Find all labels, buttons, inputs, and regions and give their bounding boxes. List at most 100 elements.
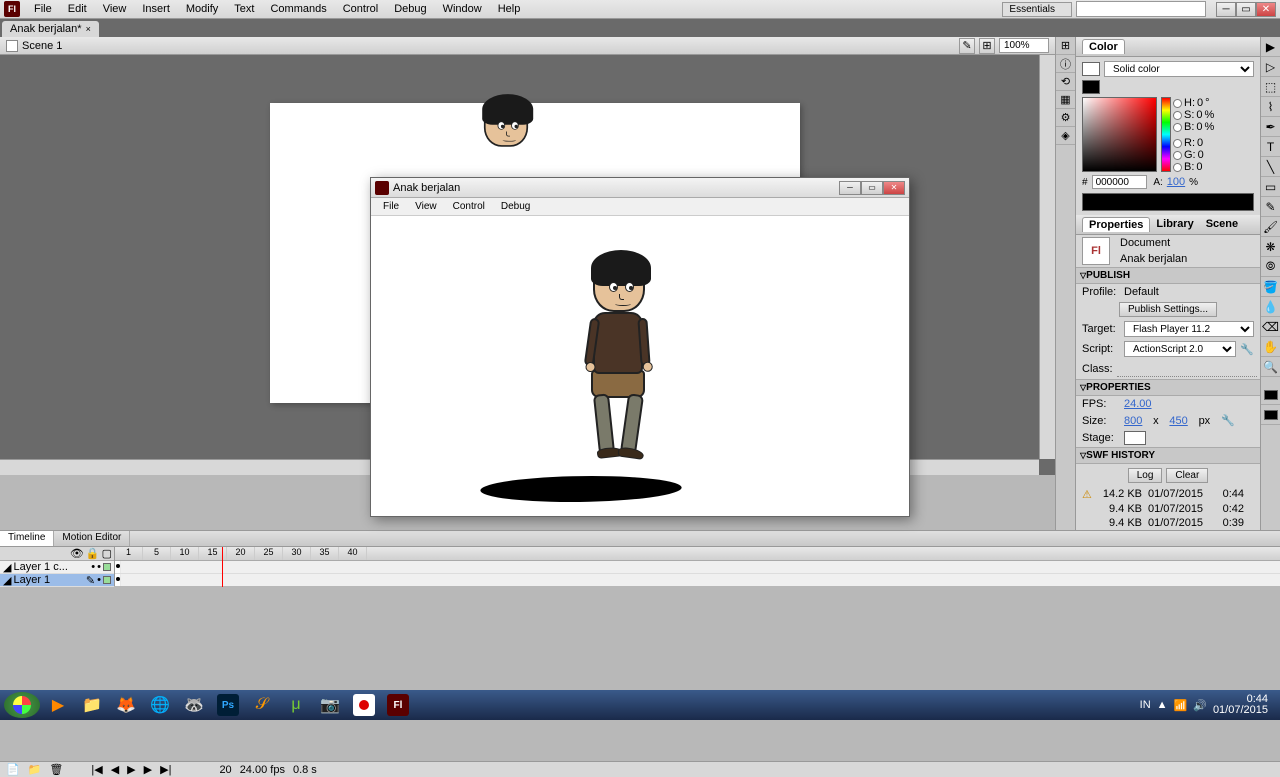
- align-panel-icon[interactable]: ⊞: [1056, 37, 1075, 55]
- preview-maximize-button[interactable]: ▭: [861, 181, 883, 195]
- first-frame-icon[interactable]: |◀: [91, 763, 102, 776]
- tab-scene[interactable]: Scene: [1200, 217, 1244, 232]
- camera-icon[interactable]: 📷: [314, 692, 346, 718]
- edit-symbols-icon[interactable]: ⊞: [979, 38, 995, 54]
- selection-tool-icon[interactable]: ▶: [1261, 37, 1280, 57]
- playhead[interactable]: [222, 547, 223, 587]
- utorrent-icon[interactable]: μ: [280, 692, 312, 718]
- preview-close-button[interactable]: ✕: [883, 181, 905, 195]
- alpha-value[interactable]: 100: [1167, 176, 1185, 188]
- maximize-button[interactable]: ▭: [1236, 2, 1256, 17]
- new-folder-icon[interactable]: 📁: [28, 763, 42, 776]
- start-button[interactable]: [4, 692, 40, 718]
- motion-presets-icon[interactable]: ◈: [1056, 127, 1075, 145]
- log-button[interactable]: Log: [1128, 468, 1163, 483]
- hue-radio[interactable]: [1173, 99, 1182, 108]
- search-input[interactable]: [1076, 1, 1206, 17]
- new-layer-icon[interactable]: 📄: [6, 763, 20, 776]
- deco-tool-icon[interactable]: ❋: [1261, 237, 1280, 257]
- preview-menu-control[interactable]: Control: [445, 199, 493, 214]
- menu-window[interactable]: Window: [435, 1, 490, 17]
- recorder-icon[interactable]: [348, 692, 380, 718]
- layer-row[interactable]: ◢Layer 1✎•: [0, 574, 114, 587]
- menu-control[interactable]: Control: [335, 1, 386, 17]
- tab-motion-editor[interactable]: Motion Editor: [54, 531, 130, 546]
- delete-layer-icon[interactable]: 🗑: [49, 763, 63, 776]
- subselection-tool-icon[interactable]: ▷: [1261, 57, 1280, 77]
- media-player-icon[interactable]: ▶: [42, 692, 74, 718]
- hand-tool-icon[interactable]: ✋: [1261, 337, 1280, 357]
- menu-view[interactable]: View: [95, 1, 135, 17]
- info-panel-icon[interactable]: ⓘ: [1056, 55, 1075, 73]
- width-value[interactable]: 800: [1124, 415, 1142, 427]
- fill-swatch[interactable]: [1082, 80, 1100, 94]
- preview-minimize-button[interactable]: ─: [839, 181, 861, 195]
- layer-row[interactable]: ◢Layer 1 c...••: [0, 561, 114, 574]
- document-tab[interactable]: Anak berjalan* ×: [2, 21, 99, 37]
- paint-bucket-tool-icon[interactable]: 🪣: [1261, 277, 1280, 297]
- transform-panel-icon[interactable]: ⟲: [1056, 73, 1075, 91]
- fill-color-icon[interactable]: [1261, 405, 1280, 425]
- play-icon[interactable]: ▶: [127, 763, 135, 776]
- class-input[interactable]: [1117, 361, 1257, 377]
- sat-radio[interactable]: [1173, 111, 1182, 120]
- menu-help[interactable]: Help: [490, 1, 529, 17]
- close-tab-icon[interactable]: ×: [86, 24, 91, 34]
- hex-input[interactable]: [1092, 175, 1147, 189]
- tray-lang[interactable]: IN: [1140, 699, 1151, 711]
- menu-edit[interactable]: Edit: [60, 1, 95, 17]
- tray-volume-icon[interactable]: 🔊: [1193, 699, 1207, 712]
- menu-text[interactable]: Text: [226, 1, 262, 17]
- preview-menu-debug[interactable]: Debug: [493, 199, 538, 214]
- tray-flag-icon[interactable]: ▲: [1157, 699, 1168, 711]
- eye-icon[interactable]: 👁: [70, 547, 84, 560]
- workspace-dropdown[interactable]: Essentials: [1002, 2, 1072, 17]
- firefox-icon[interactable]: 🦊: [110, 692, 142, 718]
- gimp-icon[interactable]: 🦝: [178, 692, 210, 718]
- zoom-input[interactable]: [999, 38, 1049, 53]
- tab-library[interactable]: Library: [1150, 217, 1199, 232]
- outline-icon[interactable]: ▢: [102, 547, 112, 560]
- lasso-tool-icon[interactable]: ⌇: [1261, 97, 1280, 117]
- hue-slider[interactable]: [1161, 97, 1171, 172]
- publish-section-head[interactable]: PUBLISH: [1076, 267, 1260, 284]
- tab-properties[interactable]: Properties: [1082, 217, 1150, 232]
- publish-settings-button[interactable]: Publish Settings...: [1119, 302, 1217, 317]
- last-frame-icon[interactable]: ▶|: [160, 763, 171, 776]
- tray-network-icon[interactable]: 📶: [1174, 699, 1188, 712]
- menu-modify[interactable]: Modify: [178, 1, 226, 17]
- menu-debug[interactable]: Debug: [386, 1, 434, 17]
- brush-tool-icon[interactable]: 🖌: [1261, 217, 1280, 237]
- fps-value[interactable]: 24.00: [1124, 398, 1152, 410]
- stage-color-swatch[interactable]: [1124, 431, 1146, 445]
- menu-insert[interactable]: Insert: [134, 1, 178, 17]
- free-transform-tool-icon[interactable]: ⬚: [1261, 77, 1280, 97]
- explorer-icon[interactable]: 📁: [76, 692, 108, 718]
- wrench-icon[interactable]: 🔧: [1221, 414, 1235, 427]
- scrollbar-vertical[interactable]: [1039, 55, 1055, 459]
- pencil-tool-icon[interactable]: ✎: [1261, 197, 1280, 217]
- color-panel-tab[interactable]: Color: [1076, 37, 1260, 57]
- bone-tool-icon[interactable]: ⦾: [1261, 257, 1280, 277]
- target-dropdown[interactable]: Flash Player 11.2: [1124, 321, 1254, 337]
- minimize-button[interactable]: ─: [1216, 2, 1236, 17]
- components-panel-icon[interactable]: ⚙: [1056, 109, 1075, 127]
- zoom-tool-icon[interactable]: 🔍: [1261, 357, 1280, 377]
- swatches-panel-icon[interactable]: ▦: [1056, 91, 1075, 109]
- stroke-color-icon[interactable]: [1261, 385, 1280, 405]
- close-button[interactable]: ✕: [1256, 2, 1276, 17]
- tray-clock[interactable]: 0:44 01/07/2015: [1213, 694, 1268, 716]
- eraser-tool-icon[interactable]: ⌫: [1261, 317, 1280, 337]
- script-dropdown[interactable]: ActionScript 2.0: [1124, 341, 1236, 357]
- green-radio[interactable]: [1173, 151, 1182, 160]
- frames-area[interactable]: 1 5 10 15 20 25 30 35 40: [115, 547, 1280, 586]
- preview-menu-view[interactable]: View: [407, 199, 445, 214]
- sublime-icon[interactable]: 𝒮: [246, 692, 278, 718]
- properties-section-head[interactable]: PROPERTIES: [1076, 379, 1260, 396]
- clear-button[interactable]: Clear: [1166, 468, 1208, 483]
- bri-radio[interactable]: [1173, 123, 1182, 132]
- next-frame-icon[interactable]: ▶: [144, 763, 152, 776]
- menu-commands[interactable]: Commands: [262, 1, 334, 17]
- blue-radio[interactable]: [1173, 163, 1182, 172]
- chrome-icon[interactable]: 🌐: [144, 692, 176, 718]
